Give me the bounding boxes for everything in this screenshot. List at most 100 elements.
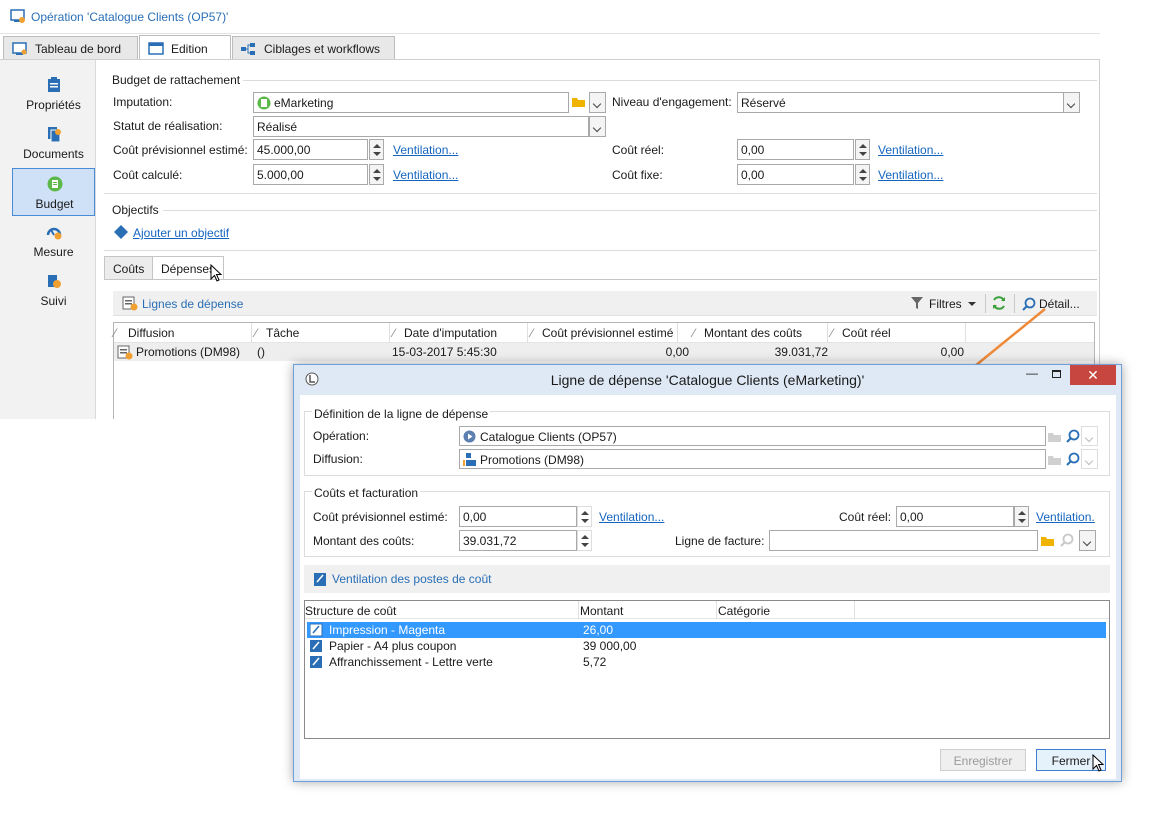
mouse-cursor-icon: [210, 264, 223, 282]
diffusion-value: Promotions (DM98): [480, 453, 585, 467]
cout-prev-spinner[interactable]: [369, 139, 384, 160]
folder-icon: [1048, 456, 1061, 465]
close-window-button[interactable]: ✕: [1070, 365, 1116, 385]
cell-diffusion: Promotions (DM98): [136, 345, 241, 359]
tab-label: Edition: [171, 41, 208, 56]
expense-lines-icon: [122, 296, 138, 311]
sidebar-item-label: Propriétés: [26, 98, 81, 112]
column-header[interactable]: Date d'imputation: [404, 326, 497, 340]
clipboard-icon: [48, 77, 60, 92]
couts-facturation-title: Coûts et facturation: [312, 486, 421, 500]
list-item[interactable]: Affranchissement - Lettre verte 5,72: [307, 654, 1106, 670]
filter-icon: [911, 297, 923, 309]
tab-couts[interactable]: Coûts: [104, 256, 154, 280]
ligne-facture-field[interactable]: [769, 530, 1038, 551]
maximize-button[interactable]: [1046, 365, 1068, 385]
dialog-ventilation-link[interactable]: Ventilation.: [1036, 510, 1095, 524]
budget-icon: [257, 96, 271, 110]
ligne-facture-dropdown[interactable]: [1079, 530, 1096, 551]
column-header[interactable]: Coût prévisionnel estimé: [542, 326, 673, 340]
cout-fixe-spinner[interactable]: [855, 164, 870, 185]
magnifier-icon[interactable]: [1066, 452, 1080, 466]
tab-tableau-de-bord[interactable]: Tableau de bord: [3, 36, 138, 60]
niveau-engagement-select[interactable]: Réservé: [737, 92, 1064, 113]
dialog-cout-reel-label: Coût réel:: [839, 510, 892, 524]
statut-dropdown[interactable]: [589, 116, 606, 137]
cout-reel-input[interactable]: 0,00: [737, 139, 854, 160]
cost-list-header: Structure de coût Montant Catégorie: [305, 601, 1109, 619]
column-header[interactable]: Structure de coût: [305, 604, 396, 618]
ventilation-link[interactable]: Ventilation...: [878, 168, 943, 182]
imputation-dropdown[interactable]: [589, 92, 606, 113]
dialog-cout-prev-spinner[interactable]: [577, 506, 592, 527]
tab-edition[interactable]: Edition: [139, 35, 231, 61]
operation-icon: [10, 9, 25, 23]
imputation-label: Imputation:: [113, 95, 173, 109]
ventilation-link[interactable]: Ventilation...: [878, 143, 943, 157]
sidebar-item-proprietes[interactable]: Propriétés: [12, 70, 95, 118]
column-header[interactable]: Catégorie: [718, 604, 770, 618]
tracking-icon: [48, 275, 61, 288]
niveau-engagement-dropdown[interactable]: [1063, 92, 1080, 113]
cout-calcule-spinner[interactable]: [369, 164, 384, 185]
dialog-body: Définition de la ligne de dépense Opérat…: [300, 395, 1116, 779]
minimize-button[interactable]: —: [1021, 365, 1043, 385]
gauge-icon: [46, 227, 62, 240]
group-divider: [243, 80, 1097, 81]
cost-item-name: Papier - A4 plus coupon: [329, 639, 457, 653]
cout-fixe-input[interactable]: 0,00: [737, 164, 854, 185]
cost-structure-list: Structure de coût Montant Catégorie Impr…: [304, 600, 1110, 739]
tab-label: Ciblages et workflows: [264, 41, 381, 56]
cout-prev-value: 45.000,00: [257, 143, 311, 157]
diffusion-field[interactable]: Promotions (DM98): [459, 449, 1046, 469]
cout-prev-input[interactable]: 45.000,00: [253, 139, 368, 160]
dialog-cout-reel-input[interactable]: 0,00: [896, 506, 1014, 527]
magnifier-icon[interactable]: [1066, 429, 1080, 443]
column-header[interactable]: Tâche: [266, 326, 299, 340]
ventilation-link[interactable]: Ventilation...: [393, 168, 458, 182]
dialog-cout-reel-spinner[interactable]: [1014, 506, 1029, 527]
list-item[interactable]: Papier - A4 plus coupon 39 000,00: [307, 638, 1106, 654]
expense-line-dialog: Ligne de dépense 'Catalogue Clients (eMa…: [293, 364, 1122, 782]
dialog-title: Ligne de dépense 'Catalogue Clients (eMa…: [550, 372, 865, 388]
direct-mail-icon: [463, 453, 476, 466]
diffusion-dropdown[interactable]: [1081, 449, 1098, 469]
sidebar-item-budget[interactable]: Budget: [12, 168, 95, 216]
column-header[interactable]: Diffusion: [128, 326, 174, 340]
sidebar-item-documents[interactable]: Documents: [12, 119, 95, 167]
dialog-cout-reel-value: 0,00: [900, 510, 924, 524]
operation-dropdown[interactable]: [1081, 426, 1098, 446]
save-button[interactable]: Enregistrer: [940, 749, 1026, 771]
column-header[interactable]: Montant des coûts: [704, 326, 802, 340]
cout-calcule-value: 5.000,00: [257, 168, 304, 182]
sidebar-item-mesure[interactable]: Mesure: [12, 217, 95, 265]
cell-montant: 39.031,72: [774, 345, 828, 359]
montant-couts-input[interactable]: 39.031,72: [459, 530, 577, 551]
statut-select[interactable]: Réalisé: [253, 116, 589, 137]
group-divider: [104, 250, 1097, 251]
cout-reel-spinner[interactable]: [855, 139, 870, 160]
dialog-cout-prev-input[interactable]: 0,00: [459, 506, 577, 527]
statut-value: Réalisé: [257, 120, 298, 134]
expense-line-icon: [117, 345, 133, 360]
montant-couts-spinner[interactable]: [577, 530, 592, 551]
ventilation-link[interactable]: Ventilation...: [393, 143, 458, 157]
tab-baseline: [104, 279, 1097, 280]
column-header[interactable]: Coût réel: [842, 326, 891, 340]
imputation-field[interactable]: eMarketing: [253, 92, 569, 113]
column-header[interactable]: Montant: [580, 604, 623, 618]
folder-icon[interactable]: [1041, 535, 1055, 547]
add-objective-link[interactable]: Ajouter un objectif: [133, 226, 229, 240]
list-item[interactable]: Impression - Magenta 26,00: [307, 622, 1106, 638]
dialog-ventilation-link[interactable]: Ventilation...: [599, 510, 664, 524]
tab-ciblages-workflows[interactable]: Ciblages et workflows: [232, 36, 395, 60]
dialog-cout-prev-value: 0,00: [463, 510, 487, 524]
budget-group-title: Budget de rattachement: [112, 73, 241, 87]
operation-field[interactable]: Catalogue Clients (OP57): [459, 426, 1046, 446]
cout-calcule-input[interactable]: 5.000,00: [253, 164, 368, 185]
sidebar-item-label: Suivi: [40, 294, 67, 308]
sidebar-item-suivi[interactable]: Suivi: [12, 266, 95, 314]
cost-item-name: Impression - Magenta: [329, 623, 446, 637]
cout-fixe-value: 0,00: [741, 168, 765, 182]
folder-icon[interactable]: [572, 96, 586, 108]
